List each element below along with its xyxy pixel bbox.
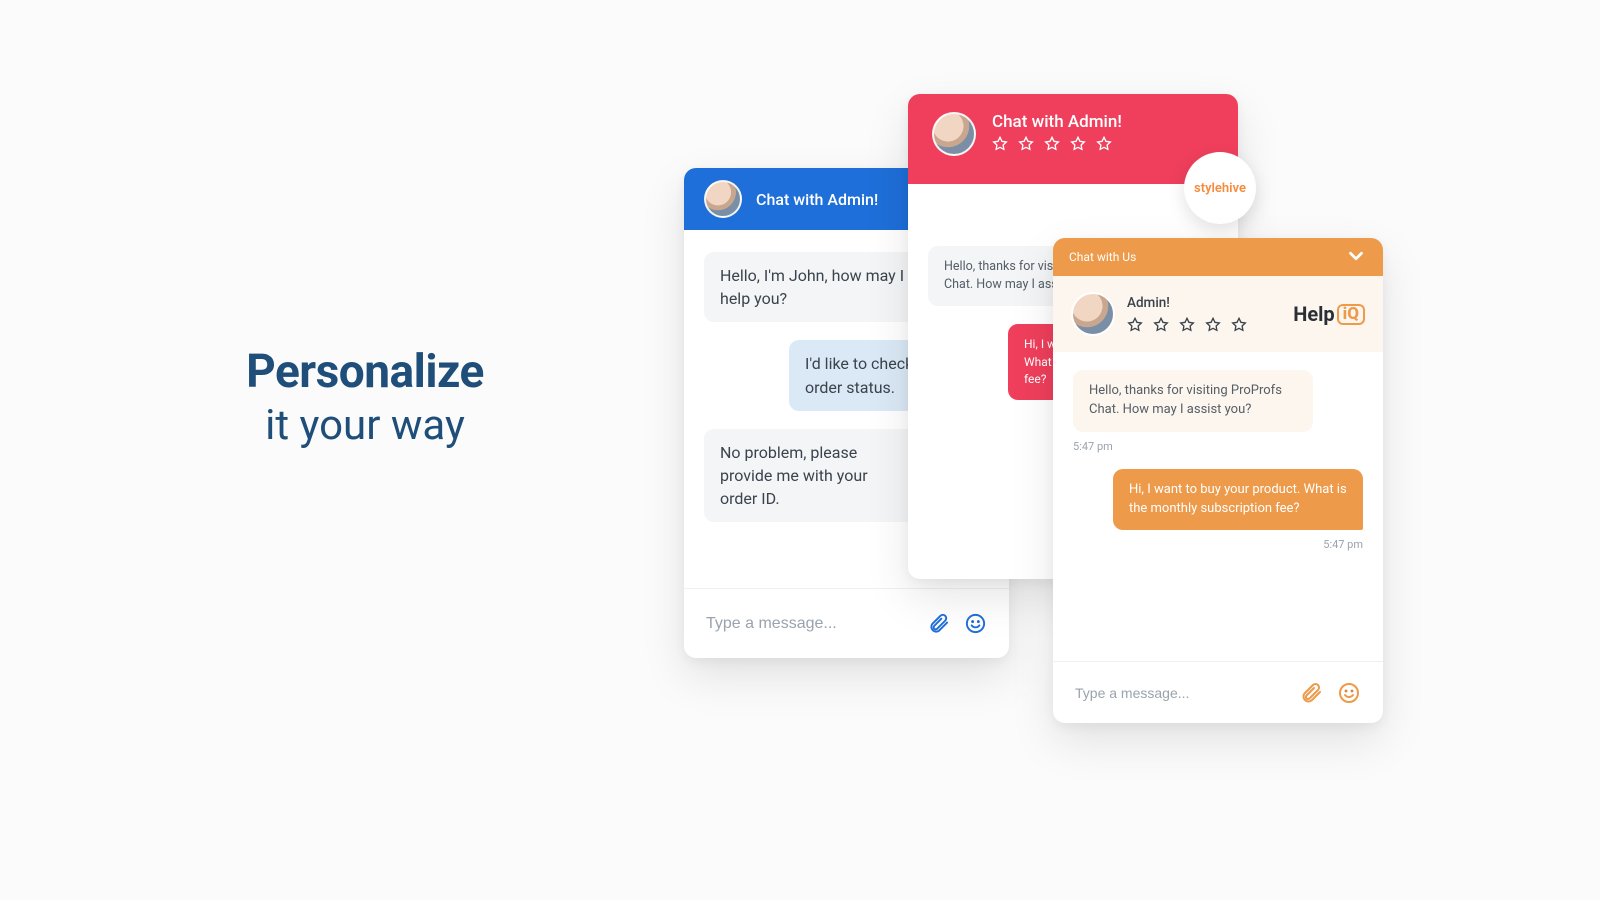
star-icon[interactable] bbox=[1205, 317, 1221, 333]
emoji-icon[interactable] bbox=[1337, 681, 1361, 705]
brand-part-b: iQ bbox=[1337, 304, 1365, 325]
message-input[interactable] bbox=[706, 615, 913, 633]
star-rating[interactable] bbox=[1127, 317, 1247, 333]
paperclip-icon[interactable] bbox=[1299, 681, 1323, 705]
message-user: Hi, I want to buy your product. What is … bbox=[1113, 469, 1363, 531]
star-icon[interactable] bbox=[1127, 317, 1143, 333]
chat-body: Hello, thanks for visiting ProProfs Chat… bbox=[1053, 352, 1383, 661]
chat-footer bbox=[1053, 661, 1383, 723]
message-admin: Hello, thanks for visiting ProProfs Chat… bbox=[1073, 370, 1313, 432]
brand-logo: Help iQ bbox=[1293, 302, 1365, 326]
avatar bbox=[704, 180, 742, 218]
avatar bbox=[1071, 292, 1115, 336]
brand-badge: stylehive bbox=[1184, 152, 1256, 224]
chat-window-orange: Chat with Us Admin! Help iQ Hello, thank… bbox=[1053, 238, 1383, 723]
chat-title: Chat with Admin! bbox=[992, 112, 1122, 132]
chat-title: Chat with Admin! bbox=[756, 190, 878, 209]
chat-info-bar: Admin! Help iQ bbox=[1053, 276, 1383, 352]
star-icon[interactable] bbox=[1070, 136, 1086, 152]
star-icon[interactable] bbox=[1096, 136, 1112, 152]
brand-name: stylehive bbox=[1194, 181, 1246, 196]
paperclip-icon[interactable] bbox=[927, 612, 950, 636]
chat-footer bbox=[684, 588, 1009, 658]
star-icon[interactable] bbox=[1153, 317, 1169, 333]
chevron-down-icon[interactable] bbox=[1345, 245, 1367, 270]
chat-mini-title: Chat with Us bbox=[1069, 250, 1136, 264]
emoji-icon[interactable] bbox=[964, 612, 987, 636]
avatar bbox=[932, 112, 976, 156]
star-icon[interactable] bbox=[992, 136, 1008, 152]
brand-part-a: Help bbox=[1293, 302, 1334, 326]
headline-line-2: it your way bbox=[195, 401, 535, 450]
admin-name: Admin! bbox=[1127, 295, 1247, 311]
star-icon[interactable] bbox=[1231, 317, 1247, 333]
hero-headline: Personalize it your way bbox=[195, 345, 535, 450]
message-admin: Hello, I'm John, how may I help you? bbox=[704, 252, 924, 322]
star-icon[interactable] bbox=[1044, 136, 1060, 152]
message-admin: No problem, please provide me with your … bbox=[704, 429, 924, 523]
chat-mini-header[interactable]: Chat with Us bbox=[1053, 238, 1383, 276]
star-rating[interactable] bbox=[992, 136, 1122, 152]
star-icon[interactable] bbox=[1179, 317, 1195, 333]
message-input[interactable] bbox=[1075, 685, 1285, 701]
star-icon[interactable] bbox=[1018, 136, 1034, 152]
headline-line-1: Personalize bbox=[195, 345, 535, 399]
timestamp: 5:47 pm bbox=[1073, 440, 1363, 453]
timestamp: 5:47 pm bbox=[1073, 538, 1363, 551]
